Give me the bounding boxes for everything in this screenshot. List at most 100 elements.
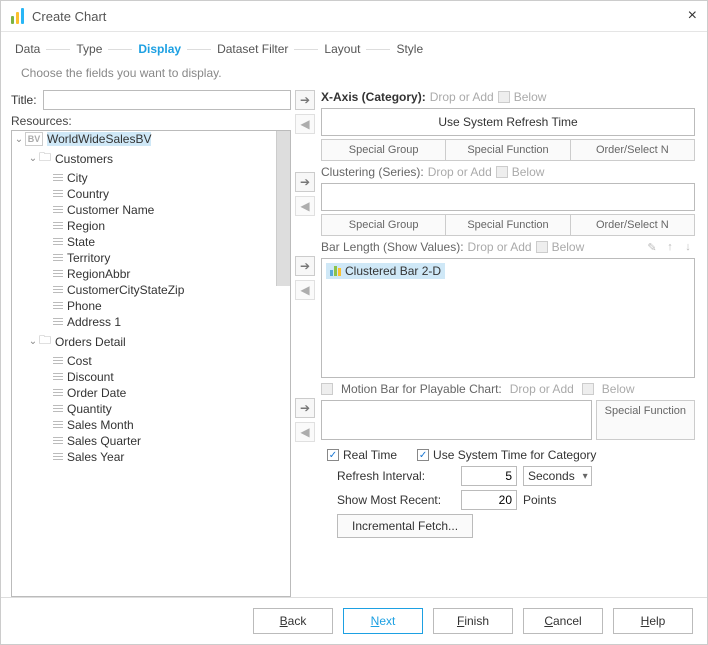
refresh-unit-select[interactable]: Seconds bbox=[523, 466, 592, 486]
step-dataset-filter[interactable]: Dataset Filter bbox=[217, 42, 288, 56]
drop-target-icon bbox=[536, 241, 548, 253]
tree-field[interactable]: Address 1 bbox=[42, 314, 290, 330]
btn-special-function-motion[interactable]: Special Function bbox=[596, 400, 695, 440]
dialog-create-chart: Create Chart × Data Type Display Dataset… bbox=[0, 0, 708, 645]
field-icon bbox=[53, 171, 67, 185]
tree-customers[interactable]: ⌄ 🗀 Customers bbox=[28, 147, 290, 170]
show-most-recent-input[interactable] bbox=[461, 490, 517, 510]
move-up-icon[interactable]: ↑ bbox=[663, 240, 677, 254]
tree-field[interactable]: CustomerCityStateZip bbox=[42, 282, 290, 298]
bar-chart-icon bbox=[330, 266, 341, 276]
arrow-left-barlength[interactable]: ◀ bbox=[295, 280, 315, 300]
tree-field-label: Region bbox=[67, 219, 105, 233]
xaxis-label: X-Axis (Category): Drop or Add Below bbox=[321, 90, 695, 104]
step-type[interactable]: Type bbox=[76, 42, 102, 56]
btn-finish[interactable]: Finish bbox=[433, 608, 513, 634]
expand-icon[interactable]: ⌄ bbox=[28, 153, 38, 164]
field-icon bbox=[53, 283, 67, 297]
arrow-right-xaxis[interactable]: ➔ bbox=[295, 90, 315, 110]
app-chart-logo-icon bbox=[11, 8, 24, 24]
tree-field[interactable]: Sales Quarter bbox=[42, 433, 290, 449]
motion-dropzone[interactable] bbox=[321, 400, 592, 440]
clustering-label: Clustering (Series): Drop or Add Below bbox=[321, 165, 695, 179]
tree-field[interactable]: Cost bbox=[42, 353, 290, 369]
tree-field[interactable]: Quantity bbox=[42, 401, 290, 417]
tree-field[interactable]: Discount bbox=[42, 369, 290, 385]
step-display[interactable]: Display bbox=[138, 42, 181, 56]
show-most-recent-label: Show Most Recent: bbox=[337, 493, 455, 507]
tree-field[interactable]: State bbox=[42, 234, 290, 250]
tree-field[interactable]: Order Date bbox=[42, 385, 290, 401]
tree-field[interactable]: Country bbox=[42, 186, 290, 202]
tree-field[interactable]: RegionAbbr bbox=[42, 266, 290, 282]
clustering-dropzone[interactable] bbox=[321, 183, 695, 211]
step-style[interactable]: Style bbox=[396, 42, 423, 56]
drop-target-icon bbox=[321, 383, 333, 395]
chk-use-system-time[interactable]: ✓ Use System Time for Category bbox=[417, 448, 596, 462]
btn-special-function[interactable]: Special Function bbox=[446, 139, 570, 161]
btn-special-function[interactable]: Special Function bbox=[446, 214, 570, 236]
drop-target-icon bbox=[498, 91, 510, 103]
tree-field[interactable]: Phone bbox=[42, 298, 290, 314]
btn-help[interactable]: Help bbox=[613, 608, 693, 634]
tree-field[interactable]: City bbox=[42, 170, 290, 186]
arrow-right-motion[interactable]: ➔ bbox=[295, 398, 315, 418]
resources-tree[interactable]: ⌄ BV WorldWideSalesBV ⌄ 🗀 Customers City… bbox=[11, 130, 291, 597]
step-layout[interactable]: Layout bbox=[324, 42, 360, 56]
tree-field-label: Customer Name bbox=[67, 203, 154, 217]
field-icon bbox=[53, 251, 67, 265]
field-icon bbox=[53, 299, 67, 313]
drop-target-icon bbox=[496, 166, 508, 178]
barlength-item[interactable]: Clustered Bar 2-D bbox=[326, 263, 445, 279]
btn-special-group[interactable]: Special Group bbox=[321, 139, 446, 161]
btn-back[interactable]: Back bbox=[253, 608, 333, 634]
scrollbar[interactable] bbox=[276, 131, 290, 286]
expand-icon[interactable]: ⌄ bbox=[28, 336, 38, 347]
arrow-right-clustering[interactable]: ➔ bbox=[295, 172, 315, 192]
tree-field-label: Quantity bbox=[67, 402, 112, 416]
btn-cancel[interactable]: Cancel bbox=[523, 608, 603, 634]
arrow-left-clustering[interactable]: ◀ bbox=[295, 196, 315, 216]
field-icon bbox=[53, 386, 67, 400]
step-data[interactable]: Data bbox=[15, 42, 40, 56]
tree-orders[interactable]: ⌄ 🗀 Orders Detail bbox=[28, 330, 290, 353]
chk-real-time[interactable]: ✓ Real Time bbox=[327, 448, 397, 462]
tree-folder-label: Customers bbox=[55, 152, 113, 166]
bv-icon: BV bbox=[25, 132, 43, 146]
tree-field[interactable]: Customer Name bbox=[42, 202, 290, 218]
tree-root[interactable]: ⌄ BV WorldWideSalesBV bbox=[14, 131, 290, 147]
tree-field[interactable]: Sales Month bbox=[42, 417, 290, 433]
barlength-dropzone[interactable]: Clustered Bar 2-D bbox=[321, 258, 695, 378]
refresh-interval-label: Refresh Interval: bbox=[337, 469, 455, 483]
tree-field-label: Order Date bbox=[67, 386, 126, 400]
arrow-right-barlength[interactable]: ➔ bbox=[295, 256, 315, 276]
edit-icon[interactable]: ✎ bbox=[645, 240, 659, 254]
field-icon bbox=[53, 370, 67, 384]
recent-unit: Points bbox=[523, 493, 556, 507]
xaxis-dropzone[interactable]: Use System Refresh Time bbox=[321, 108, 695, 136]
btn-special-group[interactable]: Special Group bbox=[321, 214, 446, 236]
tree-field-label: City bbox=[67, 171, 88, 185]
btn-next[interactable]: Next bbox=[343, 608, 423, 634]
expand-icon[interactable]: ⌄ bbox=[14, 134, 24, 145]
tree-field-label: Phone bbox=[67, 299, 102, 313]
tree-field-label: Sales Quarter bbox=[67, 434, 141, 448]
xaxis-button-row: Special Group Special Function Order/Sel… bbox=[321, 139, 695, 161]
move-down-icon[interactable]: ↓ bbox=[681, 240, 695, 254]
barlength-label: Bar Length (Show Values): Drop or Add Be… bbox=[321, 240, 695, 254]
tree-field[interactable]: Sales Year bbox=[42, 449, 290, 465]
btn-incremental-fetch[interactable]: Incremental Fetch... bbox=[337, 514, 473, 538]
field-icon bbox=[53, 235, 67, 249]
checkbox-checked-icon: ✓ bbox=[417, 449, 429, 461]
tree-field[interactable]: Region bbox=[42, 218, 290, 234]
refresh-interval-input[interactable] bbox=[461, 466, 517, 486]
close-icon[interactable]: × bbox=[688, 7, 697, 25]
title-input[interactable] bbox=[43, 90, 291, 110]
field-icon bbox=[53, 450, 67, 464]
tree-field[interactable]: Territory bbox=[42, 250, 290, 266]
btn-order-select-n[interactable]: Order/Select N bbox=[571, 214, 695, 236]
arrow-left-xaxis[interactable]: ◀ bbox=[295, 114, 315, 134]
btn-order-select-n[interactable]: Order/Select N bbox=[571, 139, 695, 161]
arrow-left-motion[interactable]: ◀ bbox=[295, 422, 315, 442]
tree-field-label: Country bbox=[67, 187, 109, 201]
